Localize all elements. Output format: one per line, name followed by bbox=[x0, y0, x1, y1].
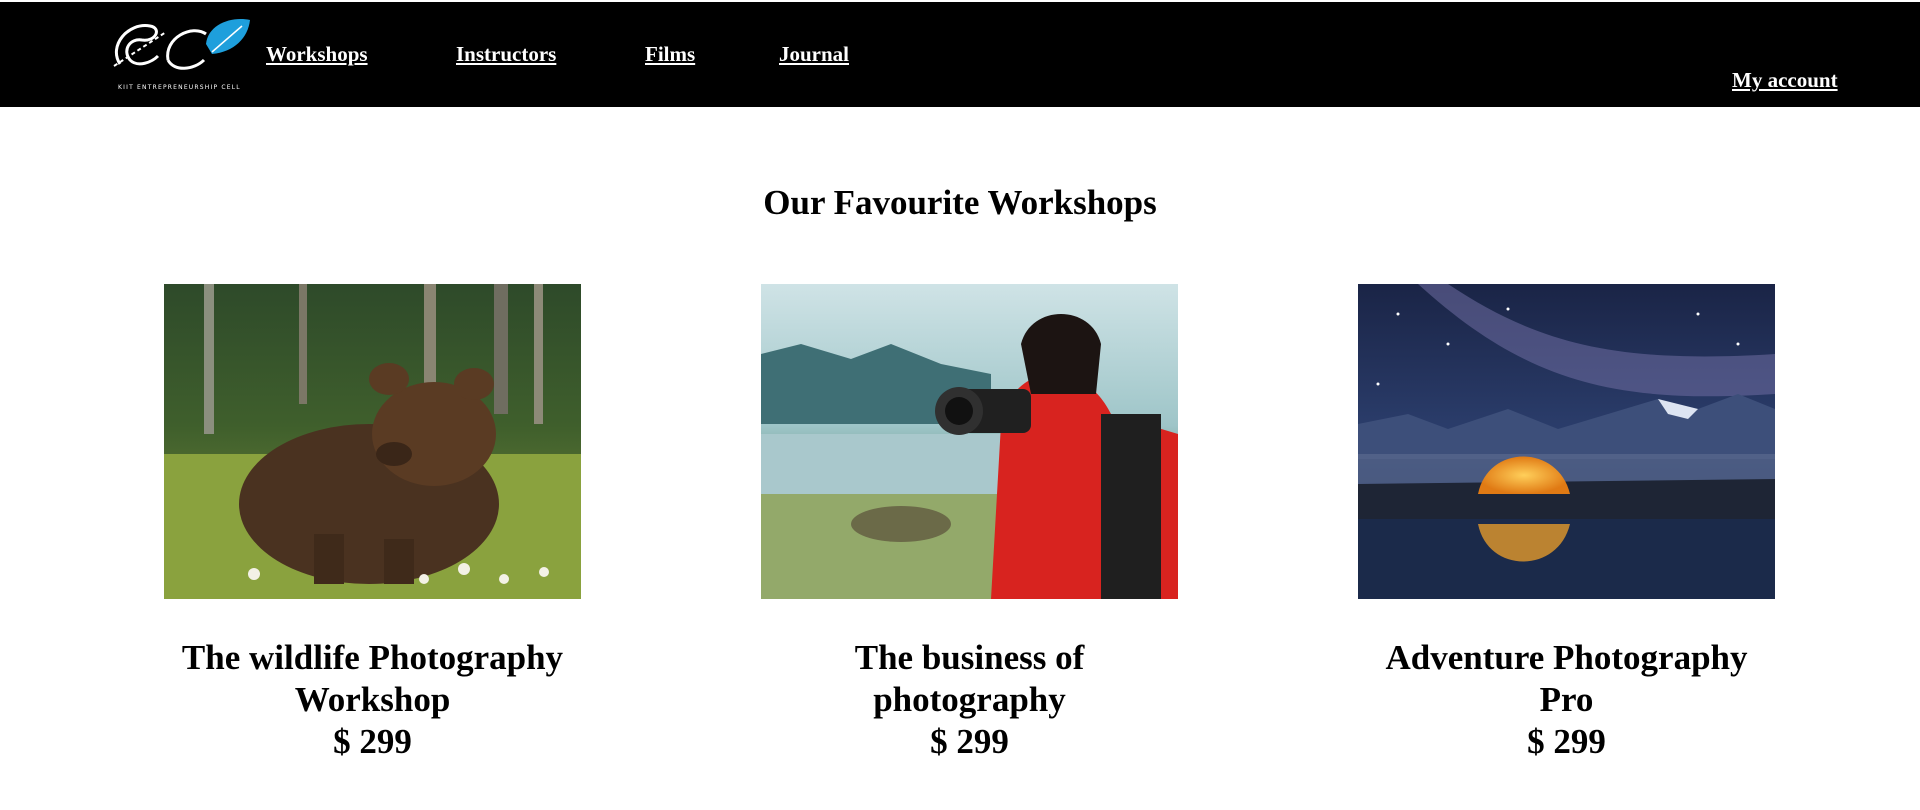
workshop-price: $ 299 bbox=[333, 722, 412, 761]
nav-link-instructors[interactable]: Instructors bbox=[456, 42, 556, 67]
bear-image[interactable] bbox=[164, 284, 581, 599]
workshop-title-line2: Workshop bbox=[294, 680, 451, 719]
workshop-price: $ 299 bbox=[930, 722, 1009, 761]
workshop-title-line1: The wildlife Photography bbox=[181, 638, 564, 677]
my-account-link[interactable]: My account bbox=[1732, 68, 1838, 93]
workshop-title-line1: The business of bbox=[854, 638, 1085, 677]
workshop-card-business[interactable]: The business of photography $ 299 bbox=[761, 284, 1178, 763]
page-title: Our Favourite Workshops bbox=[763, 183, 1157, 222]
workshop-title[interactable]: The business of photography bbox=[761, 637, 1178, 721]
workshop-title-line1: Adventure Photography bbox=[1385, 638, 1748, 677]
workshop-title[interactable]: The wildlife Photography Workshop bbox=[164, 637, 581, 721]
nav-link-films[interactable]: Films bbox=[645, 42, 695, 67]
workshop-title-line2: Pro bbox=[1539, 680, 1594, 719]
workshop-card-wildlife[interactable]: The wildlife Photography Workshop $ 299 bbox=[164, 284, 581, 763]
nav-link-journal[interactable]: Journal bbox=[779, 42, 849, 67]
logo-tagline: KIIT ENTREPRENEURSHIP CELL bbox=[118, 84, 241, 91]
workshop-price: $ 299 bbox=[1527, 722, 1606, 761]
workshop-title-line2: photography bbox=[873, 680, 1066, 719]
nav-link-workshops[interactable]: Workshops bbox=[266, 42, 368, 67]
workshop-card-adventure[interactable]: Adventure Photography Pro $ 299 bbox=[1358, 284, 1775, 763]
photographer-image[interactable] bbox=[761, 284, 1178, 599]
workshop-title[interactable]: Adventure Photography Pro bbox=[1358, 637, 1775, 721]
top-nav-bar: KIIT ENTREPRENEURSHIP CELL Workshops Ins… bbox=[0, 2, 1920, 107]
tent-night-image[interactable] bbox=[1358, 284, 1775, 599]
ecell-logo[interactable]: KIIT ENTREPRENEURSHIP CELL bbox=[108, 16, 256, 96]
